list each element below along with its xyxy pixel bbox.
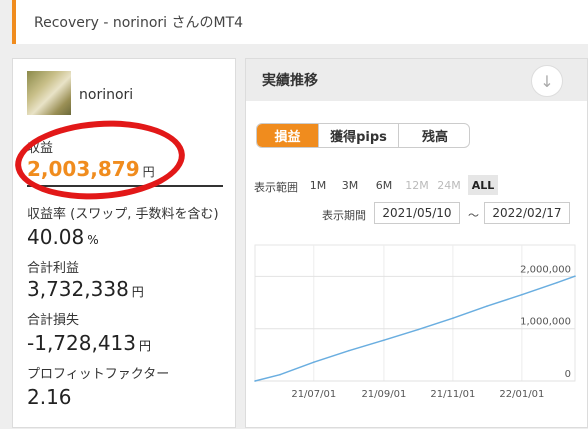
return-rate-label: 収益率 (スワップ, 手数料を含む): [27, 207, 219, 222]
date-to-input[interactable]: 2022/02/17: [484, 202, 570, 224]
total-loss-label: 合計損失: [27, 313, 80, 328]
data-point: [279, 373, 281, 376]
total-loss-value: -1,728,413 円: [27, 331, 151, 355]
total-profit-unit: 円: [131, 285, 144, 299]
panel-title: 実績推移: [262, 73, 318, 89]
data-point: [452, 317, 454, 320]
y-tick-label: 0: [565, 369, 571, 380]
return-rate-unit: %: [87, 233, 99, 247]
total-loss-unit: 円: [139, 339, 152, 353]
data-point: [521, 293, 523, 296]
profit-factor-value: 2.16: [27, 385, 72, 409]
page-header: Recovery - norinori さんのMT4: [12, 0, 588, 44]
data-point: [348, 349, 350, 352]
x-tick-label: 22/01/01: [499, 389, 544, 400]
metric-tabs: 損益 獲得pips 残高: [256, 123, 470, 148]
y-tick-label: 1,000,000: [520, 317, 571, 328]
total-loss-amount: -1,728,413: [27, 331, 137, 355]
data-point: [312, 361, 315, 363]
period-label: 表示期間: [322, 209, 366, 222]
collapse-button[interactable]: ↓: [531, 65, 563, 97]
date-from-input[interactable]: 2021/05/10: [374, 202, 460, 224]
data-point: [574, 275, 576, 277]
total-profit-value: 3,732,338 円: [27, 277, 144, 301]
performance-chart: 21/07/01 21/09/01 21/11/01 22/01/01 2,000,00…: [254, 244, 576, 400]
highlight-circle: [12, 115, 188, 205]
data-point: [254, 380, 256, 382]
account-summary-panel: norinori 収益 2,003,879 円 収益率 (スワップ, 手数料を含む…: [12, 58, 236, 428]
range-24m-button[interactable]: 24M: [434, 175, 464, 195]
tab-profit[interactable]: 損益: [257, 124, 319, 147]
y-tick-label: 2,000,000: [520, 264, 571, 275]
data-point: [556, 281, 558, 284]
range-6m-button[interactable]: 6M: [370, 175, 398, 195]
x-tick-label: 21/09/01: [361, 389, 406, 400]
return-rate-value: 40.08%: [27, 225, 99, 249]
tab-pips[interactable]: 獲得pips: [319, 124, 399, 147]
return-rate-amount: 40.08: [27, 225, 85, 249]
range-all-button[interactable]: ALL: [468, 175, 498, 195]
tab-balance[interactable]: 残高: [399, 124, 469, 147]
data-point: [383, 339, 385, 341]
range-label: 表示範囲: [254, 181, 298, 194]
x-tick-label: 21/11/01: [430, 389, 475, 400]
performance-panel: 実績推移 ↓ 損益 獲得pips 残高 表示範囲 1M 3M 6M 12M 24…: [245, 58, 588, 428]
range-12m-button[interactable]: 12M: [402, 175, 432, 195]
range-3m-button[interactable]: 3M: [336, 175, 364, 195]
range-1m-button[interactable]: 1M: [304, 175, 332, 195]
profit-factor-label: プロフィットファクター: [27, 367, 170, 382]
date-separator: ～: [468, 209, 479, 222]
x-tick-label: 21/07/01: [291, 389, 336, 400]
data-point: [486, 305, 488, 307]
username: norinori: [79, 87, 134, 103]
total-profit-amount: 3,732,338: [27, 277, 129, 301]
arrow-down-icon: ↓: [540, 71, 554, 91]
total-profit-label: 合計利益: [27, 261, 80, 276]
page-title: Recovery - norinori さんのMT4: [34, 15, 244, 31]
avatar: [27, 71, 71, 115]
data-point: [417, 328, 419, 331]
